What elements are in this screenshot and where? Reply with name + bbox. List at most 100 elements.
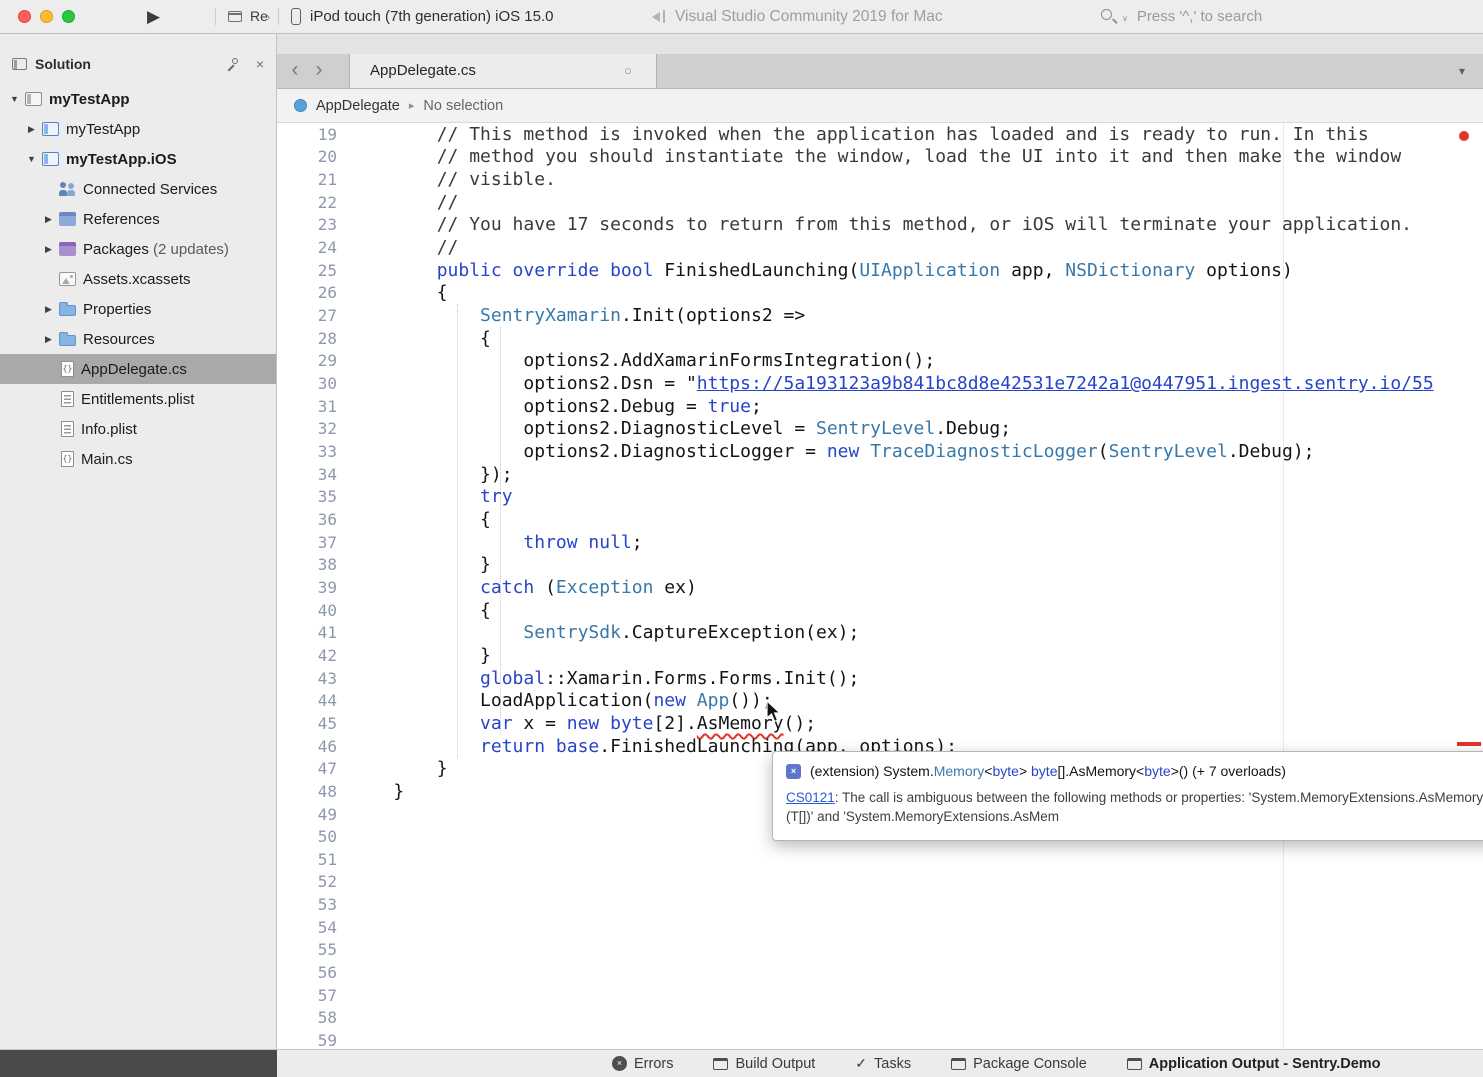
- sidebar-item-main-cs[interactable]: {}Main.cs: [0, 444, 276, 474]
- code-line-45[interactable]: 45 var x = new byte[2].AsMemory();: [277, 712, 1483, 735]
- code-line-42[interactable]: 42 }: [277, 644, 1483, 667]
- line-number[interactable]: 54: [277, 918, 350, 937]
- line-number[interactable]: 46: [277, 737, 350, 756]
- line-number[interactable]: 34: [277, 465, 350, 484]
- breadcrumb-scope[interactable]: AppDelegate: [316, 98, 400, 114]
- statusbar-item-build-output[interactable]: Build Output: [713, 1056, 815, 1072]
- sidebar-item-assets-xcassets[interactable]: Assets.xcassets: [0, 264, 276, 294]
- line-number[interactable]: 42: [277, 646, 350, 665]
- disclosure-right-icon[interactable]: ▶: [23, 124, 40, 135]
- code-line-19[interactable]: 19 // This method is invoked when the ap…: [277, 123, 1483, 146]
- line-number[interactable]: 43: [277, 669, 350, 688]
- line-number[interactable]: 48: [277, 782, 350, 801]
- close-icon[interactable]: ×: [256, 57, 264, 71]
- line-number[interactable]: 50: [277, 827, 350, 846]
- disclosure-right-icon[interactable]: ▶: [40, 304, 57, 315]
- statusbar-item-package-console[interactable]: Package Console: [951, 1056, 1087, 1072]
- sidebar-item-entitlements-plist[interactable]: Entitlements.plist: [0, 384, 276, 414]
- code-line-57[interactable]: 57: [277, 984, 1483, 1007]
- code-line-31[interactable]: 31 options2.Debug = true;: [277, 395, 1483, 418]
- line-number[interactable]: 28: [277, 329, 350, 348]
- line-number[interactable]: 30: [277, 374, 350, 393]
- code-line-52[interactable]: 52: [277, 871, 1483, 894]
- code-line-53[interactable]: 53: [277, 893, 1483, 916]
- line-number[interactable]: 20: [277, 147, 350, 166]
- line-number[interactable]: 26: [277, 283, 350, 302]
- code-line-40[interactable]: 40 {: [277, 599, 1483, 622]
- line-number[interactable]: 51: [277, 850, 350, 869]
- line-number[interactable]: 44: [277, 691, 350, 710]
- line-number[interactable]: 58: [277, 1008, 350, 1027]
- sidebar-item-connected-services[interactable]: Connected Services: [0, 174, 276, 204]
- statusbar-item-tasks[interactable]: ✓Tasks: [855, 1055, 911, 1072]
- device-selector[interactable]: iPod touch (7th generation) iOS 15.0: [310, 0, 554, 33]
- sidebar-item-mytestapp[interactable]: ▼myTestApp: [0, 84, 276, 114]
- line-number[interactable]: 36: [277, 510, 350, 529]
- line-number[interactable]: 56: [277, 963, 350, 982]
- line-number[interactable]: 21: [277, 170, 350, 189]
- sidebar-item-resources[interactable]: ▶Resources: [0, 324, 276, 354]
- zoom-window-button[interactable]: [62, 10, 75, 23]
- line-number[interactable]: 25: [277, 261, 350, 280]
- line-number[interactable]: 39: [277, 578, 350, 597]
- code-line-51[interactable]: 51: [277, 848, 1483, 871]
- error-code-link[interactable]: CS0121: [786, 790, 835, 805]
- code-line-20[interactable]: 20 // method you should instantiate the …: [277, 146, 1483, 169]
- code-line-44[interactable]: 44 LoadApplication(new App());: [277, 689, 1483, 712]
- line-number[interactable]: 59: [277, 1031, 350, 1050]
- run-button[interactable]: ▶: [147, 0, 160, 33]
- sidebar-item-properties[interactable]: ▶Properties: [0, 294, 276, 324]
- search-field[interactable]: ∨ Press '^,' to search: [1100, 0, 1262, 33]
- disclosure-right-icon[interactable]: ▶: [40, 244, 57, 255]
- breadcrumb-selection[interactable]: No selection: [423, 98, 503, 114]
- line-number[interactable]: 31: [277, 397, 350, 416]
- line-number[interactable]: 33: [277, 442, 350, 461]
- code-line-27[interactable]: 27 SentryXamarin.Init(options2 =>: [277, 304, 1483, 327]
- line-number[interactable]: 24: [277, 238, 350, 257]
- line-number[interactable]: 22: [277, 193, 350, 212]
- line-number[interactable]: 35: [277, 487, 350, 506]
- code-line-22[interactable]: 22 //: [277, 191, 1483, 214]
- code-line-56[interactable]: 56: [277, 961, 1483, 984]
- tab-modified-icon[interactable]: ○: [624, 54, 632, 88]
- statusbar-item-errors[interactable]: ×Errors: [612, 1056, 673, 1072]
- error-marker-line[interactable]: [1457, 742, 1481, 746]
- line-number[interactable]: 45: [277, 714, 350, 733]
- sidebar-item-mytestapp-ios[interactable]: ▼myTestApp.iOS: [0, 144, 276, 174]
- line-number[interactable]: 52: [277, 872, 350, 891]
- line-number[interactable]: 27: [277, 306, 350, 325]
- sidebar-item-appdelegate-cs[interactable]: {}AppDelegate.cs: [0, 354, 276, 384]
- statusbar-item-application-output-sentry-demo[interactable]: Application Output - Sentry.Demo: [1127, 1056, 1381, 1072]
- code-line-23[interactable]: 23 // You have 17 seconds to return from…: [277, 214, 1483, 237]
- code-line-35[interactable]: 35 try: [277, 486, 1483, 509]
- dsn-url-link[interactable]: https://5a193123a9b841bc8d8e42531e7242a1…: [697, 373, 1434, 394]
- line-number[interactable]: 37: [277, 533, 350, 552]
- line-number[interactable]: 32: [277, 419, 350, 438]
- code-line-34[interactable]: 34 });: [277, 463, 1483, 486]
- code-line-33[interactable]: 33 options2.DiagnosticLogger = new Trace…: [277, 440, 1483, 463]
- minimize-window-button[interactable]: [40, 10, 53, 23]
- line-number[interactable]: 47: [277, 759, 350, 778]
- code-line-58[interactable]: 58: [277, 1007, 1483, 1030]
- code-line-38[interactable]: 38 }: [277, 553, 1483, 576]
- tab-appdelegate-cs[interactable]: AppDelegate.cs ○: [349, 54, 657, 88]
- nav-back-button[interactable]: ‹: [283, 54, 307, 88]
- code-line-24[interactable]: 24 //: [277, 236, 1483, 259]
- error-marker-dot[interactable]: [1459, 131, 1469, 141]
- line-number[interactable]: 41: [277, 623, 350, 642]
- sidebar-item-packages[interactable]: ▶Packages (2 updates): [0, 234, 276, 264]
- line-number[interactable]: 29: [277, 351, 350, 370]
- disclosure-down-icon[interactable]: ▼: [23, 154, 40, 164]
- line-number[interactable]: 49: [277, 805, 350, 824]
- line-number[interactable]: 40: [277, 601, 350, 620]
- line-number[interactable]: 53: [277, 895, 350, 914]
- tab-overflow-button[interactable]: ▾: [1459, 54, 1465, 88]
- code-line-37[interactable]: 37 throw null;: [277, 531, 1483, 554]
- disclosure-right-icon[interactable]: ▶: [40, 334, 57, 345]
- code-line-43[interactable]: 43 global::Xamarin.Forms.Forms.Init();: [277, 667, 1483, 690]
- code-line-29[interactable]: 29 options2.AddXamarinFormsIntegration()…: [277, 350, 1483, 373]
- code-line-28[interactable]: 28 {: [277, 327, 1483, 350]
- code-line-54[interactable]: 54: [277, 916, 1483, 939]
- sidebar-item-references[interactable]: ▶References: [0, 204, 276, 234]
- code-line-32[interactable]: 32 options2.DiagnosticLevel = SentryLeve…: [277, 418, 1483, 441]
